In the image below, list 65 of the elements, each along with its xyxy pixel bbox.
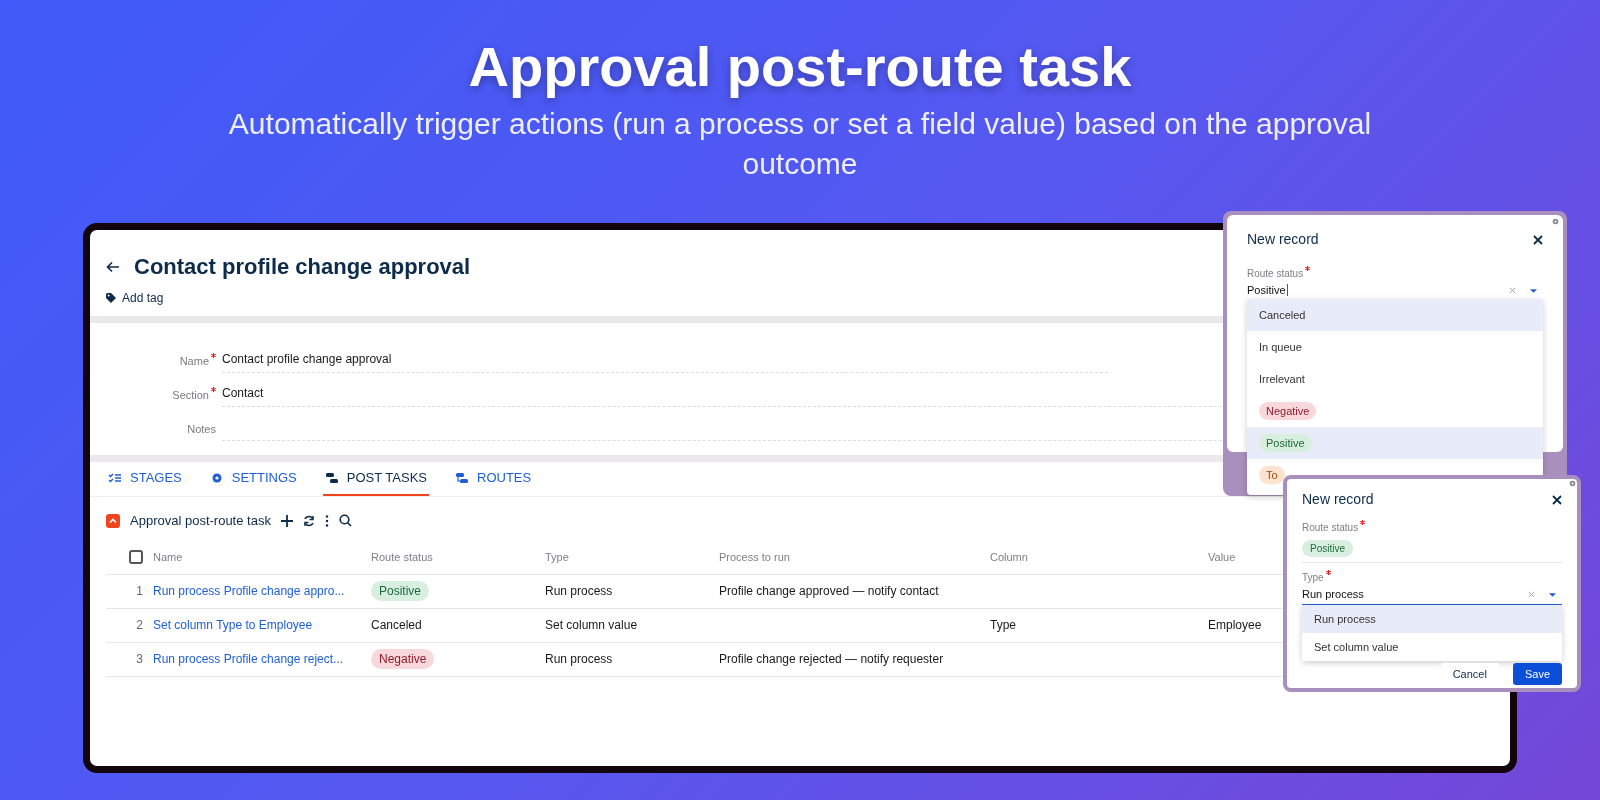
record-link[interactable]: Run process Profile change appro... bbox=[153, 584, 345, 598]
dropdown-caret-icon[interactable] bbox=[1530, 288, 1537, 293]
table-cell: Run process bbox=[545, 652, 613, 666]
save-button[interactable]: Save bbox=[1512, 663, 1562, 685]
table-cell: Set column value bbox=[545, 618, 638, 632]
field-label: Type bbox=[1302, 571, 1324, 585]
add-tag-link[interactable]: Add tag bbox=[122, 289, 164, 307]
record-link[interactable]: Set column Type to Employee bbox=[153, 618, 313, 632]
field-label: Route status bbox=[1247, 267, 1304, 281]
field-label: Notes bbox=[187, 421, 216, 437]
tab[interactable]: POST TASKS bbox=[322, 461, 429, 496]
tab[interactable]: ROUTES bbox=[453, 461, 534, 496]
table-cell: Type bbox=[990, 618, 1016, 632]
dropdown-option[interactable]: Positive bbox=[1247, 427, 1543, 459]
dropdown-option[interactable]: In queue bbox=[1247, 331, 1543, 363]
column-header: Process to run bbox=[719, 549, 791, 565]
collapse-icon[interactable] bbox=[106, 513, 120, 528]
refresh-icon[interactable] bbox=[302, 514, 315, 527]
column-header: Column bbox=[990, 549, 1029, 565]
dropdown-option[interactable]: Run process bbox=[1302, 605, 1562, 633]
column-header: Name bbox=[153, 549, 184, 565]
row-number: 1 bbox=[136, 583, 143, 600]
dropdown-option[interactable]: Canceled bbox=[1247, 299, 1543, 331]
dropdown-option[interactable]: Irrelevant bbox=[1247, 363, 1543, 395]
close-icon[interactable] bbox=[1552, 494, 1562, 505]
close-icon[interactable] bbox=[1533, 234, 1543, 245]
detail-title: Approval post-route task bbox=[130, 512, 271, 530]
tab-icon bbox=[455, 471, 469, 484]
tab[interactable]: SETTINGS bbox=[207, 461, 299, 496]
dropdown-option[interactable]: Negative bbox=[1247, 395, 1543, 427]
status-badge: Positive bbox=[371, 581, 430, 601]
column-header: Route status bbox=[371, 549, 434, 565]
status-text: Canceled bbox=[371, 618, 422, 632]
select-all-checkbox[interactable] bbox=[129, 550, 143, 564]
dropdown-option[interactable]: Set column value bbox=[1302, 633, 1562, 661]
banner-title: Approval post-route task bbox=[468, 36, 1132, 98]
settings-icon[interactable] bbox=[1552, 218, 1559, 225]
table-cell: Profile change approved — notify contact bbox=[719, 584, 939, 598]
status-badge: Negative bbox=[371, 649, 435, 669]
more-icon[interactable] bbox=[324, 514, 329, 527]
add-icon[interactable] bbox=[280, 514, 293, 527]
table-cell: Employee bbox=[1208, 618, 1262, 632]
dialog-title: New record bbox=[1247, 230, 1319, 249]
tab-icon bbox=[324, 471, 339, 484]
record-link[interactable]: Run process Profile change reject... bbox=[153, 652, 344, 666]
table-cell: Profile change rejected — notify requester bbox=[719, 652, 944, 666]
field-label: Name bbox=[179, 353, 209, 369]
tab[interactable]: STAGES bbox=[106, 461, 184, 496]
banner-subtitle: Automatically trigger actions (run a process or set a field value) based on the approval outcome bbox=[227, 106, 1373, 182]
status-badge: Positive bbox=[1302, 540, 1353, 557]
settings-icon[interactable] bbox=[1569, 480, 1576, 487]
field-label: Route status bbox=[1302, 521, 1359, 535]
row-number: 3 bbox=[136, 651, 143, 668]
input-field[interactable]: Contact profile change approval bbox=[222, 347, 1108, 373]
dialog-title: New record bbox=[1302, 490, 1374, 509]
search-icon[interactable] bbox=[338, 514, 352, 528]
tag-icon bbox=[106, 293, 116, 303]
tab-icon bbox=[108, 471, 122, 484]
column-header: Type bbox=[545, 549, 570, 565]
field-label: Section bbox=[172, 387, 209, 403]
back-arrow-icon[interactable] bbox=[106, 259, 120, 274]
dropdown-caret-icon[interactable] bbox=[1549, 592, 1556, 597]
table-cell: Run process bbox=[545, 584, 613, 598]
record-title: Contact profile change approval bbox=[134, 253, 471, 281]
row-number: 2 bbox=[136, 617, 143, 634]
